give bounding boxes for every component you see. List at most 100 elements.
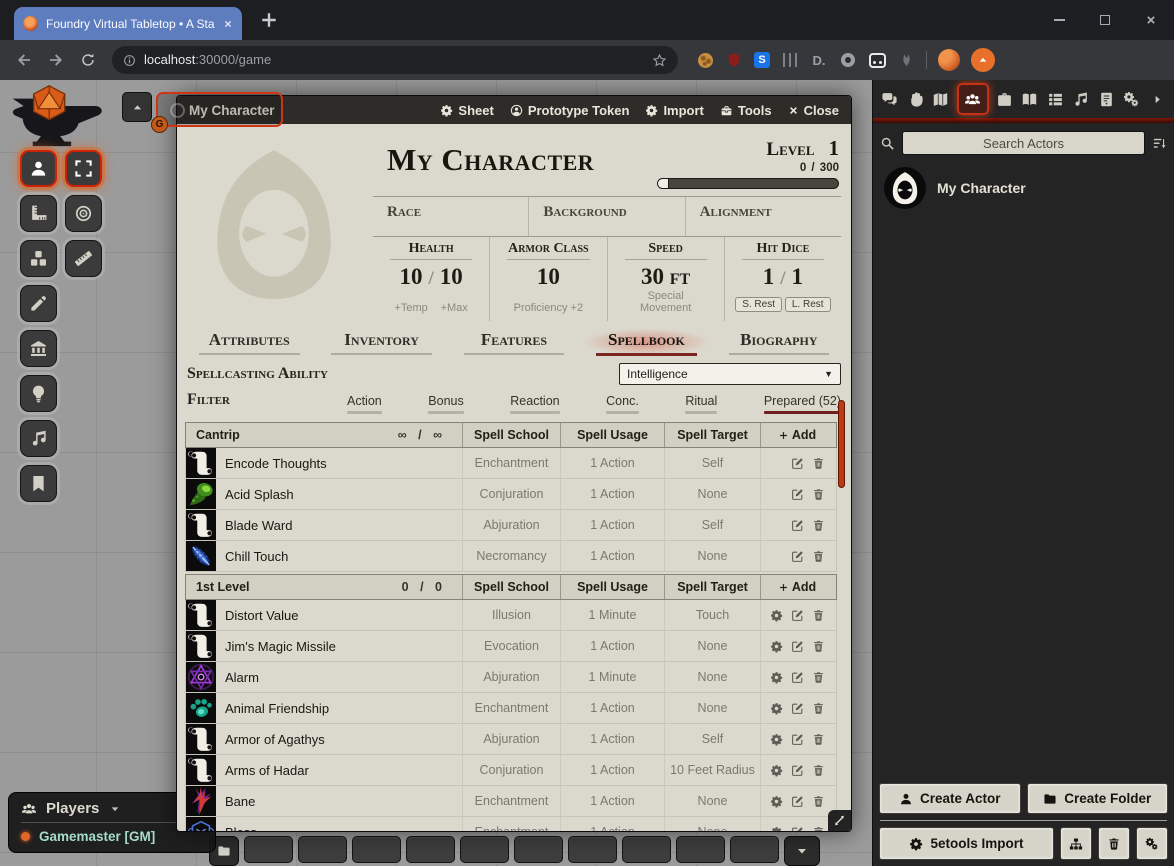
tab-features[interactable]: Features [448,328,580,356]
drawings-layer-tool[interactable] [20,285,57,322]
short-rest-button[interactable]: S. Rest [735,297,782,312]
spell-settings-icon[interactable] [770,733,783,746]
window-close-button[interactable] [1128,0,1174,40]
spell-row[interactable]: Chill Touch Necromancy 1 Action None [186,541,836,572]
tab-spellbook[interactable]: Spellbook [580,328,712,356]
edit-spell-icon[interactable] [791,609,804,622]
armor-class-stat[interactable]: Armor Class 10 Proficiency +2 [490,237,607,321]
edit-spell-icon[interactable] [791,826,804,832]
spell-row[interactable]: Arms of Hadar Conjuration 1 Action 10 Fe… [186,755,836,786]
import-button[interactable]: Import [645,103,703,118]
spell-row[interactable]: Encode Thoughts Enchantment 1 Action Sel… [186,448,836,479]
delete-spell-icon[interactable] [812,550,825,563]
profile-avatar[interactable] [971,48,995,72]
forward-button[interactable] [42,46,70,74]
spell-row[interactable]: Armor of Agathys Abjuration 1 Action Sel… [186,724,836,755]
edit-spell-icon[interactable] [791,795,804,808]
add-spell-button[interactable]: Add [760,423,834,447]
delete-spell-icon[interactable] [812,733,825,746]
extension-avatar-icon[interactable] [938,49,960,71]
edit-spell-icon[interactable] [791,702,804,715]
spell-settings-icon[interactable] [770,826,783,832]
delete-spell-icon[interactable] [812,457,825,470]
macro-slot[interactable] [460,836,509,863]
sidebar-tab-items[interactable] [992,82,1018,116]
address-bar[interactable]: localhost:30000/game [112,46,678,74]
filter-reaction[interactable]: Reaction [510,394,559,414]
filter-ritual[interactable]: Ritual [685,394,717,414]
special-movement-label[interactable]: Special Movement [623,290,709,314]
spell-settings-icon[interactable] [770,795,783,808]
add-spell-button[interactable]: Add [760,575,834,599]
site-info-icon[interactable] [123,54,136,67]
xp-text[interactable]: 0 / 300 [657,162,839,174]
spell-settings-icon[interactable] [770,640,783,653]
box-extension-icon[interactable] [868,51,886,69]
macro-slot[interactable] [352,836,401,863]
edit-spell-icon[interactable] [791,488,804,501]
delete-all-button[interactable] [1098,827,1130,860]
filter-action[interactable]: Action [347,394,382,414]
character-sheet-window[interactable]: My Character Sheet Prototype Token Impor… [176,95,852,832]
tools-button[interactable]: Tools [720,103,772,118]
spell-row[interactable]: Bane Enchantment 1 Action None [186,786,836,817]
filter-prepared[interactable]: Prepared (52) [764,394,841,414]
tab-attributes[interactable]: Attributes [183,328,315,356]
tiles-layer-tool[interactable] [20,240,57,277]
spell-row[interactable]: Animal Friendship Enchantment 1 Action N… [186,693,836,724]
spell-row[interactable]: Blade Ward Abjuration 1 Action Self [186,510,836,541]
filter-bonus[interactable]: Bonus [428,394,463,414]
filter-concentration[interactable]: Conc. [606,394,639,414]
delete-spell-icon[interactable] [812,795,825,808]
edit-spell-icon[interactable] [791,764,804,777]
delete-spell-icon[interactable] [812,640,825,653]
delete-spell-icon[interactable] [812,826,825,832]
donut-extension-icon[interactable] [839,51,857,69]
hit-dice-stat[interactable]: Hit Dice 1/1 S. RestL. Rest [725,237,841,321]
sidebar-tab-combat[interactable] [903,82,929,116]
macro-slot[interactable] [568,836,617,863]
sidebar-tab-compendium[interactable] [1094,82,1120,116]
sidebar-tab-journal[interactable] [1017,82,1043,116]
window-maximize-button[interactable] [1082,0,1128,40]
sidebar-tab-playlists[interactable] [1068,82,1094,116]
edit-spell-icon[interactable] [791,733,804,746]
sidebar-collapse-button[interactable] [1145,82,1171,116]
create-actor-button[interactable]: Create Actor [879,783,1021,814]
delete-spell-icon[interactable] [812,702,825,715]
delete-spell-icon[interactable] [812,609,825,622]
browser-tab[interactable]: Foundry Virtual Tabletop • A Stan [14,7,242,40]
actor-list-item[interactable]: My Character [873,161,1174,215]
temp-hp-label[interactable]: +Temp [394,302,427,314]
macro-slot[interactable] [676,836,725,863]
macro-slot[interactable] [244,836,293,863]
character-name[interactable]: My Character [387,134,657,189]
sidebar-tab-actors[interactable] [957,83,989,115]
spell-settings-icon[interactable] [770,609,783,622]
delete-spell-icon[interactable] [812,488,825,501]
character-portrait[interactable] [185,132,363,310]
speed-stat[interactable]: Speed 30 ft Special Movement [608,237,725,321]
macro-slot[interactable] [514,836,563,863]
new-tab-button[interactable] [260,11,278,29]
edit-spell-icon[interactable] [791,457,804,470]
delete-spell-icon[interactable] [812,519,825,532]
game-canvas[interactable]: Players Gamemaster [GM] G My Character S… [0,80,1174,866]
long-rest-button[interactable]: L. Rest [785,297,831,312]
sidebar-tab-scenes[interactable] [928,82,954,116]
edit-spell-icon[interactable] [791,640,804,653]
ruler-measure-tool[interactable] [65,240,102,277]
macro-slot[interactable] [298,836,347,863]
sidebar-tab-chat[interactable] [877,82,903,116]
sounds-layer-tool[interactable] [20,420,57,457]
token-layer-tool[interactable] [20,150,57,187]
spell-row[interactable]: Bless Enchantment 1 Action None [186,817,836,831]
spell-row[interactable]: Distort Value Illusion 1 Minute Touch [186,600,836,631]
shield-extension-icon[interactable] [725,51,743,69]
background-field[interactable]: Background [529,197,685,236]
grid-extension-icon[interactable] [781,51,799,69]
tab-inventory[interactable]: Inventory [315,328,447,356]
spell-row[interactable]: Acid Splash Conjuration 1 Action None [186,479,836,510]
s-extension-icon[interactable]: S [754,52,770,68]
target-token-tool[interactable] [65,195,102,232]
